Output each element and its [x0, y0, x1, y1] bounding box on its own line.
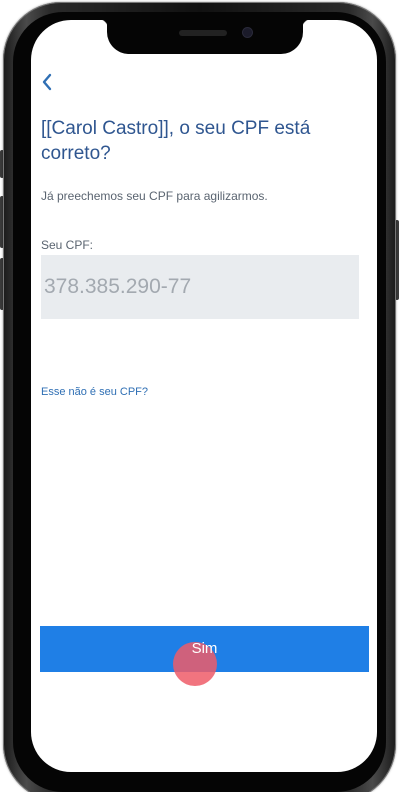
phone-notch [97, 20, 313, 54]
chevron-left-icon [41, 72, 53, 97]
cpf-field[interactable] [41, 255, 359, 319]
device-frame-stage: [[Carol Castro]], o seu CPF está correto… [0, 0, 401, 792]
page-subtitle: Já preechemos seu CPF para agilizarmos. [41, 189, 268, 203]
confirm-button[interactable]: Sim [40, 626, 369, 672]
not-your-cpf-link[interactable]: Esse não é seu CPF? [41, 385, 148, 399]
back-button[interactable] [41, 72, 61, 96]
cpf-field-label: Seu CPF: [41, 238, 94, 252]
app-screen: [[Carol Castro]], o seu CPF está correto… [31, 20, 377, 772]
confirm-button-label: Sim [191, 640, 218, 657]
speaker-grille [179, 30, 227, 36]
page-title: [[Carol Castro]], o seu CPF está correto… [41, 118, 311, 164]
front-camera [243, 28, 252, 37]
